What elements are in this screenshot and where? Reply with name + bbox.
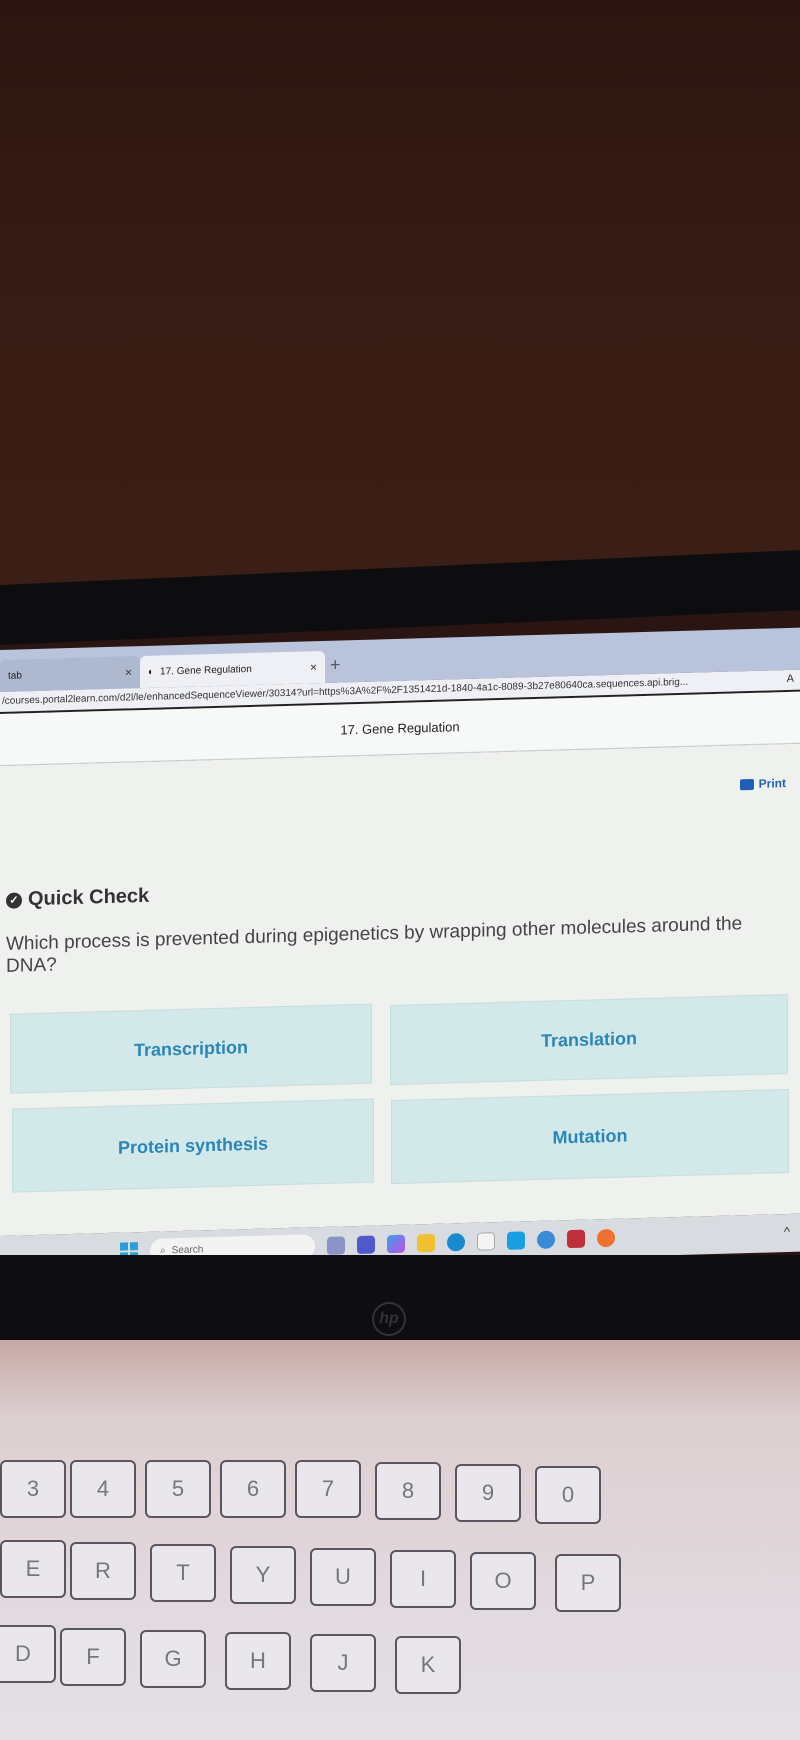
new-tab-button[interactable]: + xyxy=(330,654,341,675)
key[interactable]: 8 xyxy=(375,1462,441,1520)
answer-option-4[interactable]: Mutation xyxy=(391,1088,789,1185)
laptop-screen: tab × ◐ 17. Gene Regulation × + /courses.po… xyxy=(0,608,800,1274)
tray-chevron-icon[interactable]: ^ xyxy=(784,1224,790,1239)
tab-title: tab xyxy=(8,669,22,682)
section-heading: ✓ Quick Check xyxy=(6,885,149,912)
key[interactable]: G xyxy=(140,1630,206,1688)
search-placeholder: Search xyxy=(171,1243,204,1256)
loading-icon: ◐ xyxy=(148,666,155,678)
answer-option-3[interactable]: Protein synthesis xyxy=(12,1098,374,1193)
firefox-icon[interactable] xyxy=(597,1228,615,1248)
answer-option-1[interactable]: Transcription xyxy=(10,1003,372,1094)
tab-title: 17. Gene Regulation xyxy=(160,663,252,678)
close-tab-icon[interactable]: × xyxy=(125,665,132,679)
mcafee-icon[interactable] xyxy=(567,1229,585,1249)
store-icon[interactable] xyxy=(477,1232,495,1251)
print-button[interactable]: Print xyxy=(739,776,786,791)
printer-icon xyxy=(739,778,754,790)
key[interactable]: 6 xyxy=(220,1460,286,1518)
file-explorer-icon[interactable] xyxy=(417,1233,435,1253)
browser-tab[interactable]: tab × xyxy=(0,656,140,692)
section-title: Quick Check xyxy=(28,884,150,911)
key[interactable]: E xyxy=(0,1540,66,1598)
key[interactable]: T xyxy=(150,1544,216,1602)
key[interactable]: 3 xyxy=(0,1460,66,1518)
edge-icon[interactable] xyxy=(447,1233,465,1252)
key[interactable]: 9 xyxy=(455,1464,521,1522)
key[interactable]: 7 xyxy=(295,1460,361,1518)
app-icon[interactable] xyxy=(507,1231,525,1250)
teams-icon[interactable] xyxy=(357,1235,375,1255)
print-label: Print xyxy=(758,776,786,791)
key[interactable]: I xyxy=(390,1550,456,1608)
copilot-icon[interactable] xyxy=(387,1234,405,1254)
key[interactable]: 5 xyxy=(145,1460,211,1518)
key[interactable]: K xyxy=(395,1636,461,1694)
read-aloud-icon[interactable]: A xyxy=(787,673,794,685)
key[interactable]: F xyxy=(60,1628,126,1686)
hp-logo: hp xyxy=(372,1302,406,1336)
key[interactable]: P xyxy=(555,1554,621,1612)
key[interactable]: 0 xyxy=(535,1466,601,1524)
check-circle-icon: ✓ xyxy=(6,891,22,909)
browser-tab-active[interactable]: ◐ 17. Gene Regulation × xyxy=(140,650,325,689)
background-wall xyxy=(0,0,800,600)
close-tab-icon[interactable]: × xyxy=(310,660,317,674)
key[interactable]: J xyxy=(310,1634,376,1692)
key[interactable]: U xyxy=(310,1548,376,1606)
key[interactable]: 4 xyxy=(70,1460,136,1518)
answer-option-2[interactable]: Translation xyxy=(390,993,788,1086)
key[interactable]: Y xyxy=(230,1546,296,1604)
key[interactable]: H xyxy=(225,1632,291,1690)
key[interactable]: D xyxy=(0,1625,56,1683)
content-area: Print ✓ Quick Check Which process is prev… xyxy=(0,743,800,1236)
help-icon[interactable] xyxy=(537,1230,555,1250)
question-text: Which process is prevented during epigen… xyxy=(6,913,743,977)
key[interactable]: O xyxy=(470,1552,536,1610)
task-view-icon[interactable] xyxy=(327,1236,345,1255)
key[interactable]: R xyxy=(70,1542,136,1600)
